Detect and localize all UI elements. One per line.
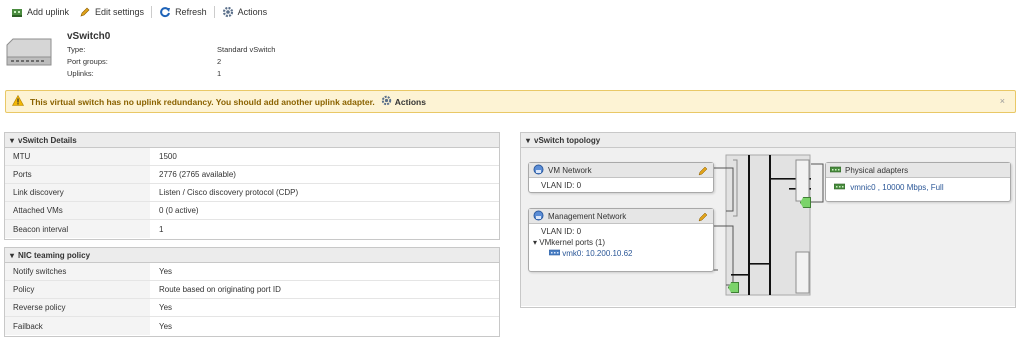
actions-label: Actions — [237, 7, 268, 17]
warning-icon — [11, 94, 25, 108]
nic-teaming-panel: ▾ NIC teaming policy Notify switches Yes … — [4, 247, 500, 337]
physical-adapters-header: Physical adapters — [826, 163, 1010, 178]
edit-settings-label: Edit settings — [95, 7, 145, 17]
uplinks-value: 1 — [217, 69, 222, 78]
policy-label: Policy — [5, 281, 150, 298]
physical-adapters-box[interactable]: Physical adapters vmnic0 , 10000 Mbps, F… — [825, 162, 1011, 202]
physical-nic-icon — [833, 183, 847, 192]
vswitch-title: vSwitch0 — [67, 31, 111, 42]
vmk0-item[interactable]: vmk0: 10.200.10.62 — [529, 249, 713, 258]
nic-teaming-title: NIC teaming policy — [18, 250, 91, 260]
attached-vms-label: Attached VMs — [5, 202, 150, 219]
reverse-policy-label: Reverse policy — [5, 299, 150, 316]
alert-close-button[interactable]: × — [1000, 96, 1005, 106]
details-row: MTU 1500 — [5, 148, 499, 166]
vm-network-vlan: VLAN ID: 0 — [541, 181, 582, 190]
notify-switches-value: Yes — [159, 267, 173, 276]
pencil-icon — [79, 6, 91, 18]
teaming-row: Reverse policy Yes — [5, 299, 499, 317]
notify-switches-label: Notify switches — [5, 263, 150, 280]
add-uplink-button[interactable]: Add uplink — [6, 6, 74, 18]
reverse-policy-value: Yes — [159, 303, 173, 312]
caret-down-icon: ▾ — [10, 135, 15, 145]
uplink-redundancy-alert: This virtual switch has no uplink redund… — [5, 90, 1016, 113]
nic-teaming-header[interactable]: ▾ NIC teaming policy — [5, 248, 499, 263]
mtu-value: 1500 — [159, 152, 177, 161]
beacon-interval-value: 1 — [159, 224, 164, 234]
link-discovery-value: Listen / Cisco discovery protocol (CDP) — [159, 188, 299, 197]
actions-button[interactable]: Actions — [217, 6, 273, 18]
vswitch-details-title: vSwitch Details — [18, 135, 77, 145]
vm-network-header: VM Network — [529, 163, 713, 178]
vm-network-name: VM Network — [548, 165, 592, 175]
management-network-vlan: VLAN ID: 0 — [541, 227, 582, 236]
uplinks-label: Uplinks: — [67, 69, 94, 78]
refresh-icon — [159, 6, 171, 18]
caret-down-icon: ▾ — [533, 238, 538, 247]
alert-actions-label: Actions — [394, 96, 426, 107]
ports-label: Ports — [5, 166, 150, 183]
port-groups-label: Port groups: — [67, 57, 108, 66]
add-uplink-icon — [11, 6, 23, 18]
toolbar-divider — [213, 6, 215, 18]
toolbar-divider — [151, 6, 153, 18]
vmkernel-nic-icon — [548, 249, 562, 258]
refresh-label: Refresh — [175, 7, 207, 17]
details-row: Attached VMs 0 (0 active) — [5, 202, 499, 220]
vmnic0-link[interactable]: vmnic0 , 10000 Mbps, Full — [850, 183, 943, 192]
topology-diagram: VM Network VLAN ID: 0 Management Network… — [521, 148, 1015, 306]
caret-down-icon: ▾ — [10, 250, 15, 260]
physical-adapters-title: Physical adapters — [845, 165, 909, 175]
vmk0-link[interactable]: vmk0: 10.200.10.62 — [562, 249, 632, 258]
refresh-button[interactable]: Refresh — [154, 6, 212, 18]
failback-value: Yes — [159, 321, 173, 331]
alert-actions-button[interactable]: Actions — [381, 95, 426, 108]
vmkernel-ports-label: VMkernel ports (1) — [539, 238, 606, 247]
edit-settings-button[interactable]: Edit settings — [74, 6, 149, 18]
gear-icon — [381, 95, 392, 108]
vmkernel-ports-toggle[interactable]: ▾ VMkernel ports (1) — [529, 238, 713, 247]
caret-down-icon: ▾ — [526, 135, 531, 145]
management-network-name: Management Network — [548, 211, 627, 221]
edit-pencil-icon[interactable] — [698, 212, 708, 224]
details-row: Link discovery Listen / Cisco discovery p… — [5, 184, 499, 202]
link-discovery-label: Link discovery — [5, 184, 150, 201]
vswitch-topology-title: vSwitch topology — [534, 135, 601, 145]
attached-vms-value: 0 (0 active) — [159, 206, 199, 215]
vswitch-details-panel: ▾ vSwitch Details MTU 1500 Ports 2776 (276… — [4, 132, 500, 240]
details-row: Ports 2776 (2765 available) — [5, 166, 499, 184]
toolbar: Add uplink Edit settings Refresh Actions — [6, 4, 272, 20]
vm-network-portgroup[interactable]: VM Network VLAN ID: 0 — [528, 162, 714, 193]
ports-value: 2776 (2765 available) — [159, 170, 236, 179]
physical-nic-icon — [829, 166, 842, 175]
edit-pencil-icon[interactable] — [698, 166, 708, 178]
vswitch-topology-panel: ▾ vSwitch topology VM Network VLAN ID: 0… — [520, 132, 1016, 308]
beacon-interval-label: Beacon interval — [5, 220, 150, 238]
alert-message: This virtual switch has no uplink redund… — [30, 96, 375, 107]
management-network-portgroup[interactable]: Management Network VLAN ID: 0 ▾ VMkernel… — [528, 208, 714, 272]
vswitch-icon — [5, 37, 53, 67]
vswitch-topology-header[interactable]: ▾ vSwitch topology — [521, 133, 1015, 148]
type-value: Standard vSwitch — [217, 45, 276, 54]
teaming-row: Failback Yes — [5, 317, 499, 335]
portgroup-icon — [533, 210, 544, 223]
gear-icon — [222, 6, 234, 18]
teaming-row: Policy Route based on originating port ID — [5, 281, 499, 299]
mtu-label: MTU — [5, 148, 150, 165]
portgroup-icon — [533, 164, 544, 177]
policy-value: Route based on originating port ID — [159, 285, 281, 294]
details-row: Beacon interval 1 — [5, 220, 499, 238]
port-groups-value: 2 — [217, 57, 222, 66]
vmnic0-item[interactable]: vmnic0 , 10000 Mbps, Full — [826, 183, 1010, 192]
vswitch-details-header[interactable]: ▾ vSwitch Details — [5, 133, 499, 148]
failback-label: Failback — [5, 317, 150, 335]
add-uplink-label: Add uplink — [27, 7, 70, 17]
management-network-header: Management Network — [529, 209, 713, 224]
teaming-row: Notify switches Yes — [5, 263, 499, 281]
type-label: Type: — [67, 45, 86, 54]
